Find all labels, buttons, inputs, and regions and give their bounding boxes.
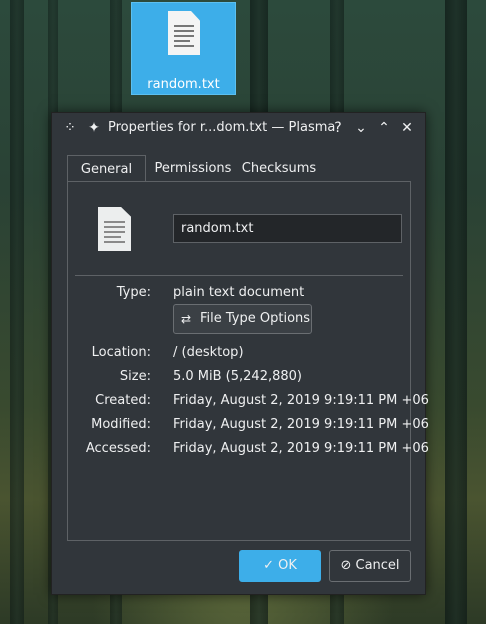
background-trunk [10, 0, 24, 624]
check-icon: ✓ [263, 558, 274, 573]
background-trunk [445, 0, 467, 624]
help-icon[interactable]: ? [328, 118, 348, 138]
location-label: Location: [91, 345, 151, 360]
accessed-label: Accessed: [85, 441, 151, 456]
type-value: plain text document [173, 285, 305, 300]
pin-icon[interactable]: ✦ [84, 118, 104, 138]
tab-checksums[interactable]: Checksums [239, 155, 319, 182]
size-value: 5.0 MiB (5,242,880) [173, 369, 302, 384]
type-label: Type: [116, 285, 151, 300]
text-file-icon [168, 11, 200, 55]
created-label: Created: [95, 393, 151, 408]
cancel-button[interactable]: ⊘ Cancel [329, 550, 411, 582]
desktop-file-label: random.txt [147, 77, 220, 92]
filename-input[interactable]: random.txt [173, 214, 402, 243]
ok-label: OK [278, 558, 297, 573]
sliders-icon: ⇄ [181, 312, 192, 326]
title-bar[interactable]: ⁘ ✦ Properties for r...dom.txt — Plasma … [52, 113, 425, 143]
window-title: Properties for r...dom.txt — Plasma [108, 120, 336, 135]
close-icon[interactable]: ✕ [397, 118, 417, 138]
tab-general[interactable]: General [67, 155, 146, 182]
modified-value: Friday, August 2, 2019 9:19:11 PM +06 [173, 417, 429, 432]
created-value: Friday, August 2, 2019 9:19:11 PM +06 [173, 393, 429, 408]
size-label: Size: [119, 369, 151, 384]
cancel-label: Cancel [355, 558, 400, 573]
accessed-value: Friday, August 2, 2019 9:19:11 PM +06 [173, 441, 429, 456]
cancel-icon: ⊘ [340, 558, 352, 573]
ok-button[interactable]: ✓ OK [239, 550, 321, 582]
tab-permissions[interactable]: Permissions [151, 155, 235, 182]
modified-label: Modified: [91, 417, 151, 432]
text-file-icon [98, 207, 131, 251]
minimize-icon[interactable]: ⌄ [351, 118, 371, 138]
plasma-logo-icon[interactable]: ⁘ [60, 118, 80, 138]
maximize-icon[interactable]: ⌃ [374, 118, 394, 138]
location-value: / (desktop) [173, 345, 244, 360]
general-panel: random.txt Type: plain text document ⇄ F… [67, 181, 429, 541]
file-type-options-label: File Type Options [200, 311, 311, 326]
properties-dialog: ⁘ ✦ Properties for r...dom.txt — Plasma … [51, 112, 429, 595]
file-type-options-button[interactable]: ⇄ File Type Options [173, 304, 312, 334]
separator [75, 275, 403, 276]
desktop-file-icon[interactable]: random.txt [131, 2, 236, 95]
